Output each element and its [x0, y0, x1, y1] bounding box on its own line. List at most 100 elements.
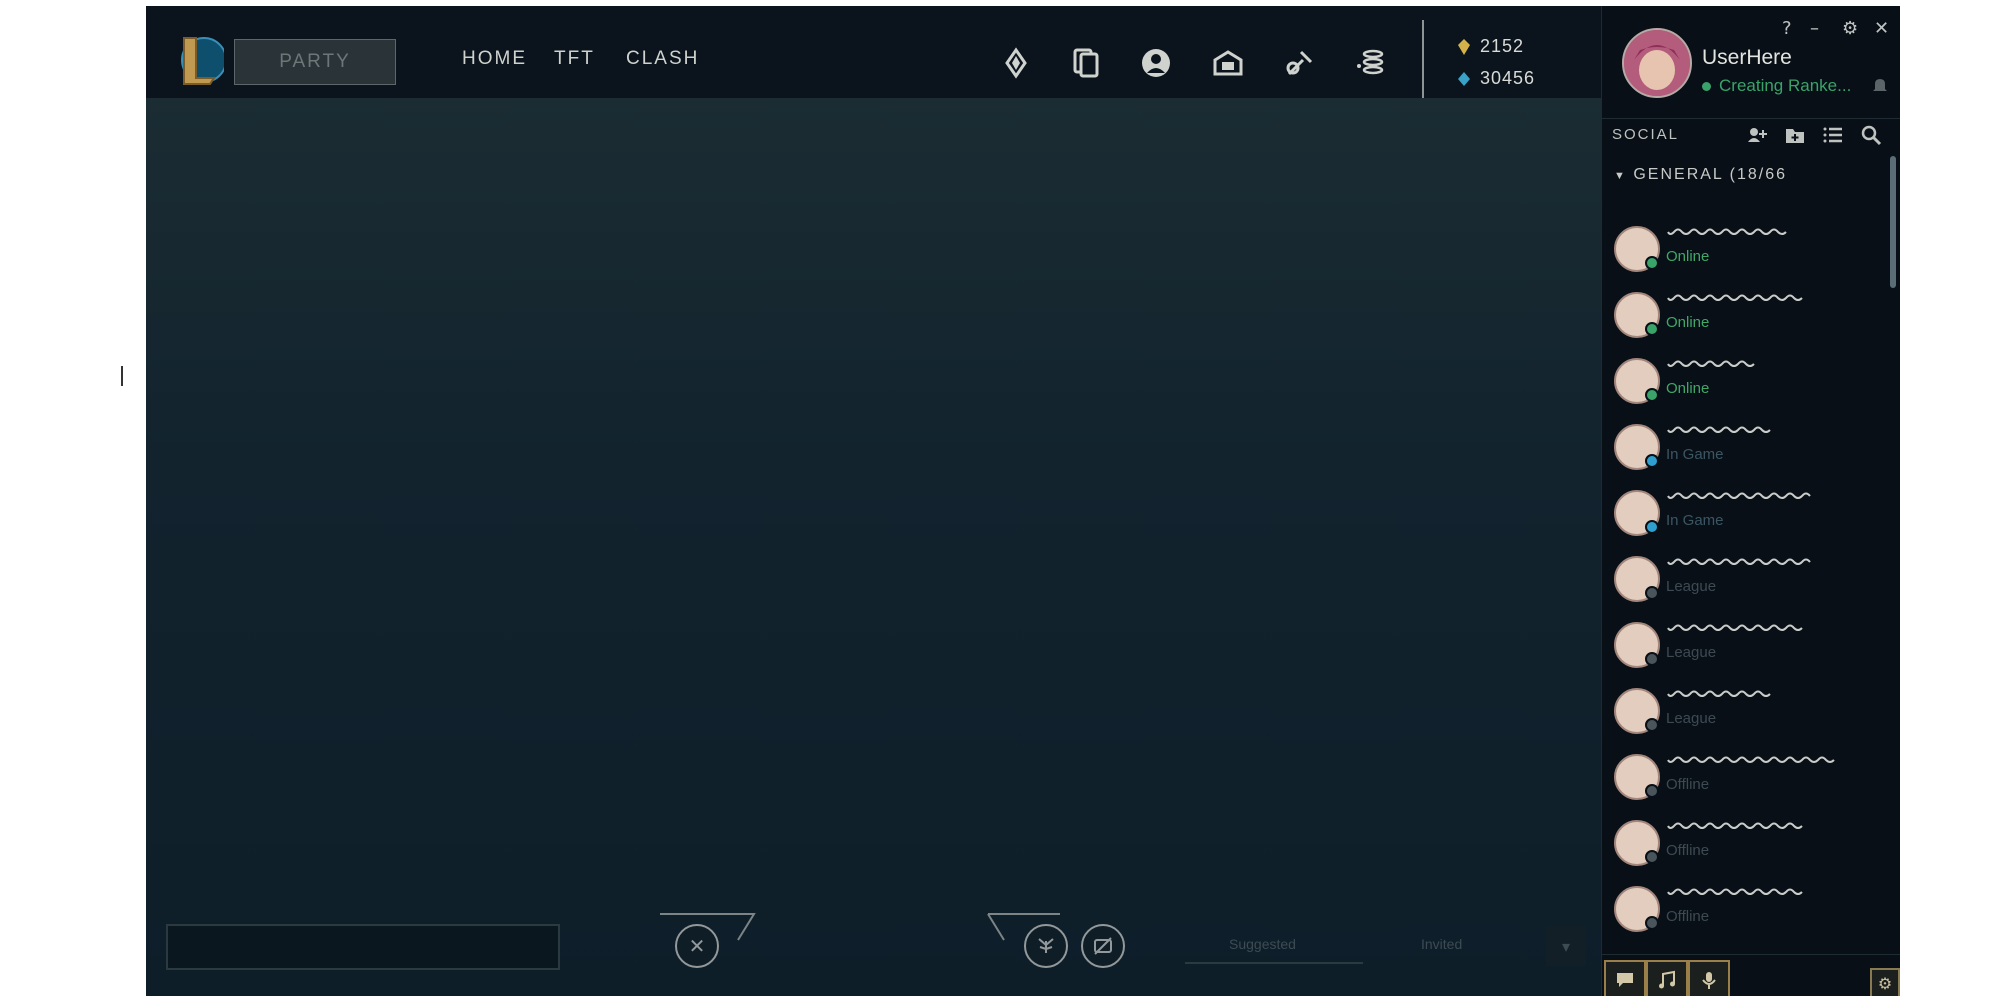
friend-status-dot [1645, 718, 1659, 732]
hide-button[interactable] [1081, 924, 1125, 968]
friend-row[interactable]: Online [1610, 352, 1880, 408]
friend-status-dot [1645, 454, 1659, 468]
close-icon[interactable]: ✕ [1874, 18, 1889, 39]
close-party-button[interactable]: ✕ [675, 924, 719, 968]
friend-status: Offline [1666, 842, 1710, 859]
friend-name-redacted [1667, 888, 1803, 895]
friend-row[interactable]: Online [1610, 220, 1880, 276]
tab-invited[interactable]: Invited [1421, 936, 1462, 952]
help-icon[interactable]: ? [1782, 18, 1792, 39]
riot-points-value: 30456 [1480, 68, 1536, 88]
minimize-icon[interactable]: – [1810, 18, 1819, 39]
friend-status-dot [1645, 520, 1659, 534]
friend-row[interactable]: League [1610, 682, 1880, 738]
profile-icon[interactable] [1139, 46, 1173, 80]
chat-button[interactable] [1604, 960, 1646, 996]
divider [1422, 20, 1424, 98]
friend-status-dot [1645, 586, 1659, 600]
friend-status: In Game [1666, 446, 1724, 463]
microphone-icon [1702, 972, 1716, 989]
nav-tft[interactable]: TFT [554, 48, 595, 70]
chat-bubble-icon [1617, 973, 1633, 987]
collection-icon[interactable] [1069, 46, 1103, 80]
league-logo-icon[interactable] [178, 32, 224, 88]
social-settings-button[interactable]: ⚙ [1870, 968, 1900, 996]
friend-row[interactable]: Online [1610, 286, 1880, 342]
riot-points-balance[interactable]: 30456 [1456, 68, 1535, 89]
friend-status-dot [1645, 784, 1659, 798]
friend-status: League [1666, 644, 1717, 661]
add-folder-icon[interactable] [1784, 124, 1806, 146]
main-content-area: ✕ Suggested Invited ▾ [146, 98, 1601, 996]
add-friend-icon[interactable] [1746, 124, 1768, 146]
friend-name-redacted [1667, 492, 1811, 499]
friend-name-redacted [1667, 690, 1771, 697]
user-avatar[interactable] [1622, 28, 1692, 98]
emote-button[interactable] [1024, 924, 1068, 968]
friend-status: League [1666, 578, 1717, 595]
essence-icon[interactable] [1353, 46, 1387, 80]
tab-suggested[interactable]: Suggested [1229, 936, 1296, 952]
friend-status-dot [1645, 916, 1659, 930]
status-dot [1702, 81, 1711, 91]
tabs-dropdown[interactable]: ▾ [1546, 926, 1586, 966]
search-icon[interactable] [1860, 124, 1882, 146]
social-title: SOCIAL [1612, 126, 1680, 143]
friend-row[interactable]: Offline [1610, 748, 1880, 804]
friend-name-redacted [1667, 426, 1771, 433]
chevron-down-icon: ▾ [1561, 936, 1571, 956]
friend-name-redacted [1667, 822, 1803, 829]
friend-status: Online [1666, 380, 1710, 397]
top-navigation-bar: PARTY HOME TFT CLASH 2152 30456 [146, 6, 1601, 98]
group-label: GENERAL (18/66 [1633, 166, 1788, 183]
loot-icon[interactable] [999, 46, 1033, 80]
crafting-icon[interactable] [1283, 46, 1317, 80]
username: UserHere [1702, 46, 1792, 69]
group-collapse-icon: ▼ [1614, 170, 1627, 182]
friend-row[interactable]: League [1610, 550, 1880, 606]
friends-scrollbar[interactable] [1890, 156, 1896, 288]
party-chat-input[interactable] [166, 924, 560, 970]
friend-row[interactable]: League [1610, 616, 1880, 672]
voice-button[interactable] [1688, 960, 1730, 996]
friend-row[interactable]: Offline [1610, 814, 1880, 870]
friend-status-dot [1645, 322, 1659, 336]
music-note-icon [1659, 970, 1675, 989]
user-status[interactable]: Creating Ranke... [1702, 76, 1851, 96]
friend-status: Offline [1666, 908, 1710, 925]
store-icon[interactable] [1211, 46, 1245, 80]
riot-points-icon [1458, 71, 1470, 86]
league-client-window: PARTY HOME TFT CLASH 2152 30456 ✕ Sugges… [146, 6, 1900, 996]
list-icon[interactable] [1822, 124, 1844, 146]
eye-slash-icon [1094, 937, 1112, 955]
friend-name-redacted [1667, 294, 1803, 301]
tab-underline [1185, 962, 1363, 964]
friend-status-dot [1645, 388, 1659, 402]
friend-status-dot [1645, 850, 1659, 864]
blue-essence-balance[interactable]: 2152 [1456, 36, 1524, 57]
settings-icon[interactable]: ⚙ [1842, 18, 1858, 39]
friend-status: Online [1666, 314, 1710, 331]
friend-row[interactable]: In Game [1610, 418, 1880, 474]
notification-bell-icon[interactable] [1872, 76, 1888, 94]
friend-name-redacted [1667, 360, 1755, 367]
friend-name-redacted [1667, 558, 1811, 565]
friend-name-redacted [1667, 756, 1835, 763]
friend-row[interactable]: Offline [1610, 880, 1880, 936]
music-button[interactable] [1646, 960, 1688, 996]
friend-status-dot [1645, 652, 1659, 666]
friend-name-redacted [1667, 228, 1787, 235]
friend-status: League [1666, 710, 1717, 727]
friend-group-header[interactable]: ▼ GENERAL (18/66 [1614, 166, 1787, 184]
party-button[interactable]: PARTY [234, 39, 396, 85]
friend-status: In Game [1666, 512, 1724, 529]
nav-clash[interactable]: CLASH [626, 48, 699, 70]
friend-name-redacted [1667, 624, 1803, 631]
friend-row[interactable]: In Game [1610, 484, 1880, 540]
user-status-text: Creating Ranke... [1719, 76, 1852, 95]
text-cursor [121, 366, 123, 386]
nav-home[interactable]: HOME [462, 48, 527, 70]
social-panel: ? – ⚙ ✕ UserHere Creating Ranke... SOCIA… [1601, 6, 1900, 996]
blue-essence-icon [1458, 38, 1470, 55]
avatar-icon [1624, 30, 1690, 96]
